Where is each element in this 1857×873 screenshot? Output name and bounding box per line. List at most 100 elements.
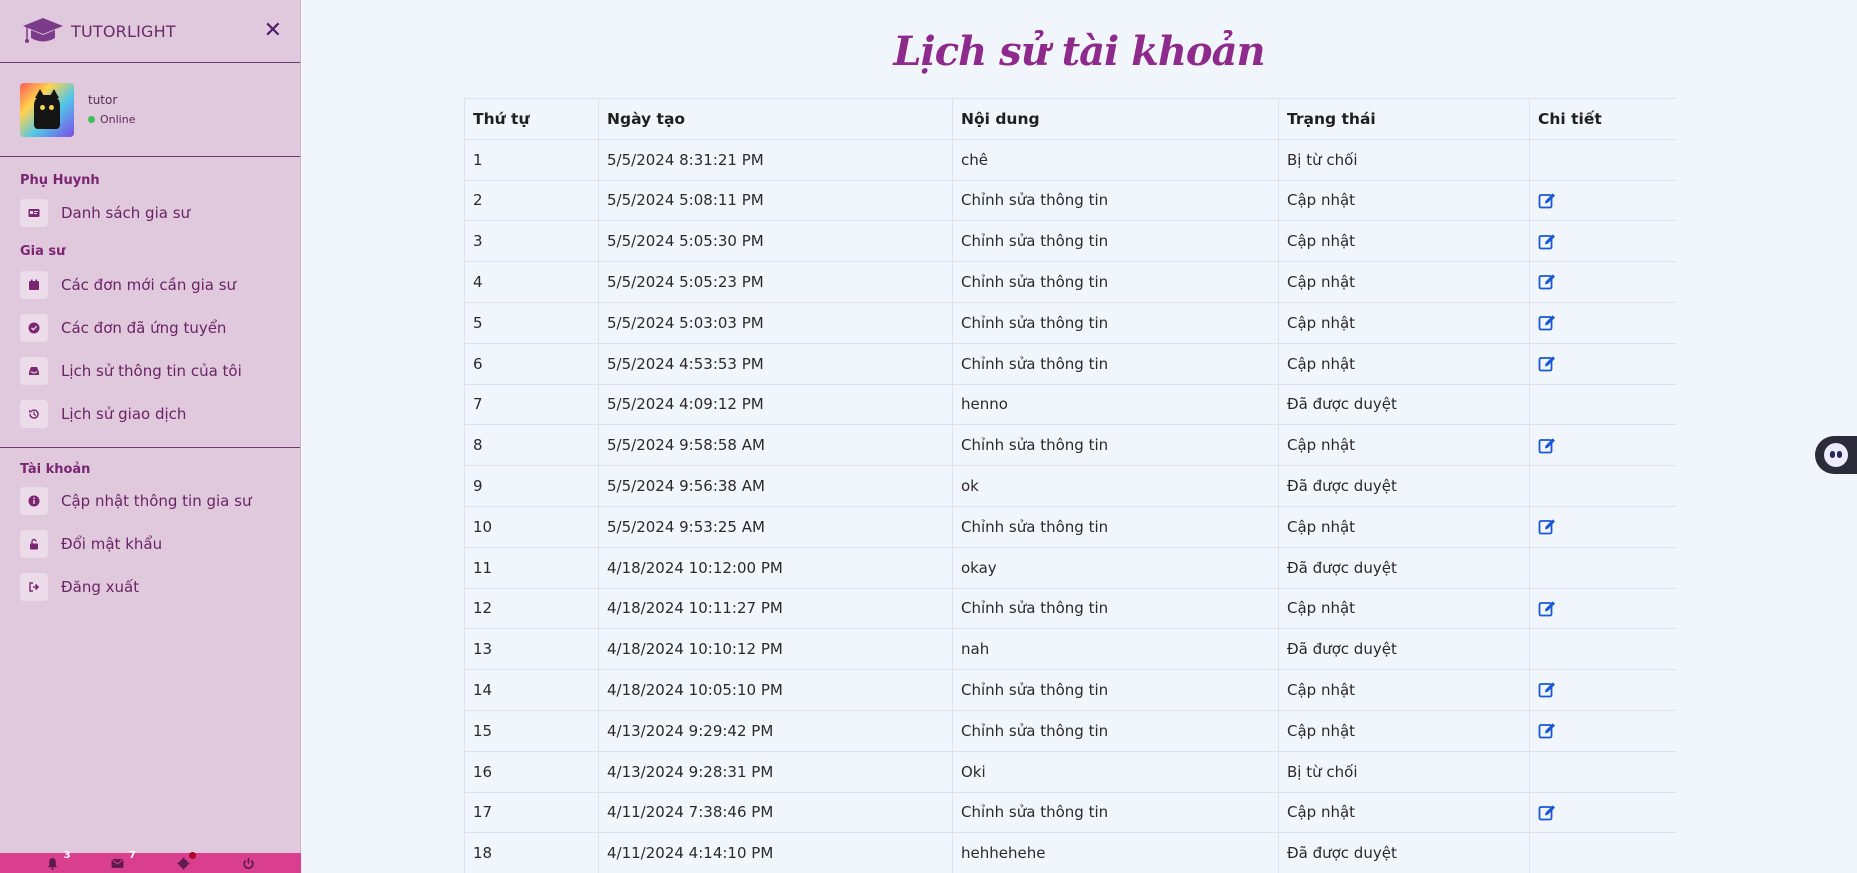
cell-order: 16	[464, 750, 599, 793]
section-title-tutor: Gia sư	[20, 244, 66, 259]
cell-content: henno	[952, 383, 1279, 426]
edit-icon[interactable]	[1538, 192, 1556, 210]
cell-created-date: 4/11/2024 7:38:46 PM	[598, 791, 953, 834]
edit-icon[interactable]	[1538, 437, 1556, 455]
edit-icon[interactable]	[1538, 681, 1556, 699]
cell-content: Chỉnh sửa thông tin	[952, 261, 1279, 303]
envelope-icon	[111, 858, 124, 868]
cell-created-date: 5/5/2024 4:09:12 PM	[598, 383, 953, 426]
sidebar-item-logout[interactable]: Đăng xuất	[0, 565, 300, 608]
cell-created-date: 4/13/2024 9:28:31 PM	[598, 750, 953, 793]
edit-icon[interactable]	[1538, 233, 1556, 251]
table-row: 9 5/5/2024 9:56:38 AM ok Đã được duyệt	[464, 465, 1676, 507]
account-history-table-container: Thứ tự Ngày tạo Nội dung Trạng thái Chi …	[464, 98, 1676, 873]
cell-status: Cập nhật	[1278, 587, 1530, 630]
cell-status: Cập nhật	[1278, 342, 1530, 385]
sidebar-item-tutor-list[interactable]: Danh sách gia sư	[0, 191, 300, 234]
sidebar-item-label: Lịch sử thông tin của tôi	[61, 361, 242, 380]
unlock-icon	[20, 529, 48, 558]
cell-status: Bị từ chối	[1278, 750, 1530, 793]
sidebar-item-update-info[interactable]: Cập nhật thông tin gia sư	[0, 479, 300, 522]
cell-order: 2	[464, 179, 599, 222]
power-icon	[243, 857, 254, 869]
cell-order: 11	[464, 546, 599, 589]
cell-content: okay	[952, 546, 1279, 589]
cell-order: 5	[464, 301, 599, 344]
sidebar-item-label: Các đơn mới cần gia sư	[61, 275, 237, 294]
table-body: 1 5/5/2024 8:31:21 PM chê Bị từ chối 2 5/5/20…	[464, 138, 1676, 873]
gear-icon	[177, 857, 190, 869]
chat-widget-button[interactable]	[1815, 436, 1857, 474]
user-profile: tutor Online	[0, 63, 300, 157]
table-row: 11 4/18/2024 10:12:00 PM okay Đã được duyệt	[464, 546, 1676, 589]
notification-count: 3	[63, 850, 71, 861]
cell-created-date: 5/5/2024 8:31:21 PM	[598, 138, 953, 181]
column-header-created-date: Ngày tạo	[598, 98, 953, 140]
table-row: 18 4/11/2024 4:14:10 PM hehhehehe Đã được d…	[464, 832, 1676, 873]
cell-details	[1529, 669, 1676, 711]
cell-created-date: 4/18/2024 10:05:10 PM	[598, 669, 953, 711]
table-row: 8 5/5/2024 9:58:58 AM Chỉnh sửa thông tin C…	[464, 424, 1676, 467]
cell-details	[1529, 465, 1676, 507]
sidebar-item-change-password[interactable]: Đổi mật khẩu	[0, 522, 300, 565]
edit-icon[interactable]	[1538, 804, 1556, 822]
settings-button[interactable]	[174, 852, 197, 872]
table-row: 6 5/5/2024 4:53:53 PM Chỉnh sửa thông tin C…	[464, 342, 1676, 385]
cell-details	[1529, 179, 1676, 222]
cell-created-date: 4/18/2024 10:11:27 PM	[598, 587, 953, 630]
cell-order: 8	[464, 424, 599, 467]
close-sidebar-icon[interactable]: ✕	[264, 20, 282, 42]
cell-status: Cập nhật	[1278, 179, 1530, 222]
cell-content: Chỉnh sửa thông tin	[952, 791, 1279, 834]
check-circle-icon	[20, 313, 48, 342]
cell-order: 7	[464, 383, 599, 426]
column-header-content: Nội dung	[952, 98, 1279, 140]
notifications-button[interactable]: 3	[44, 850, 71, 872]
cell-created-date: 5/5/2024 9:53:25 AM	[598, 505, 953, 548]
table-row: 17 4/11/2024 7:38:46 PM Chỉnh sửa thông ti…	[464, 791, 1676, 834]
cell-content: Chỉnh sửa thông tin	[952, 669, 1279, 711]
cell-order: 1	[464, 138, 599, 181]
status-dot-icon	[88, 116, 95, 123]
page-title: Lịch sử tài khoản	[893, 28, 1265, 75]
section-title-parent: Phụ Huynh	[20, 173, 100, 188]
sidebar-item-applied-requests[interactable]: Các đơn đã ứng tuyển	[0, 306, 300, 349]
cell-created-date: 5/5/2024 5:05:23 PM	[598, 261, 953, 303]
cell-content: chê	[952, 138, 1279, 181]
cell-order: 9	[464, 465, 599, 507]
cell-order: 17	[464, 791, 599, 834]
table-row: 16 4/13/2024 9:28:31 PM Oki Bị từ chối	[464, 750, 1676, 793]
sidebar-item-label: Cập nhật thông tin gia sư	[61, 491, 252, 510]
table-row: 15 4/13/2024 9:29:42 PM Chỉnh sửa thông ti…	[464, 709, 1676, 752]
sidebar-item-my-info-history[interactable]: Lịch sử thông tin của tôi	[0, 349, 300, 392]
cell-details	[1529, 546, 1676, 589]
cell-content: Chỉnh sửa thông tin	[952, 301, 1279, 344]
cell-created-date: 4/11/2024 4:14:10 PM	[598, 832, 953, 873]
cell-created-date: 5/5/2024 5:08:11 PM	[598, 179, 953, 222]
sidebar-item-new-requests[interactable]: Các đơn mới cần gia sư	[0, 263, 300, 306]
cell-order: 14	[464, 669, 599, 711]
edit-icon[interactable]	[1538, 722, 1556, 740]
table-header-row: Thứ tự Ngày tạo Nội dung Trạng thái Chi …	[464, 98, 1676, 140]
cell-order: 6	[464, 342, 599, 385]
id-card-icon	[20, 198, 48, 227]
cell-order: 15	[464, 709, 599, 752]
column-header-details: Chi tiết	[1529, 98, 1676, 140]
cell-content: Chỉnh sửa thông tin	[952, 587, 1279, 630]
cell-status: Cập nhật	[1278, 424, 1530, 467]
cell-order: 12	[464, 587, 599, 630]
sidebar-item-transaction-history[interactable]: Lịch sử giao dịch	[0, 392, 300, 435]
table-row: 5 5/5/2024 5:03:03 PM Chỉnh sửa thông tin C…	[464, 301, 1676, 344]
cell-order: 10	[464, 505, 599, 548]
edit-icon[interactable]	[1538, 314, 1556, 332]
sidebar-header: TUTORLIGHT ✕	[0, 0, 300, 63]
messages-button[interactable]: 7	[109, 850, 136, 872]
cell-details	[1529, 587, 1676, 630]
settings-alert-dot	[189, 852, 197, 859]
edit-icon[interactable]	[1538, 355, 1556, 373]
power-button[interactable]	[239, 854, 257, 872]
edit-icon[interactable]	[1538, 273, 1556, 291]
edit-icon[interactable]	[1538, 600, 1556, 618]
cell-details	[1529, 832, 1676, 873]
edit-icon[interactable]	[1538, 518, 1556, 536]
